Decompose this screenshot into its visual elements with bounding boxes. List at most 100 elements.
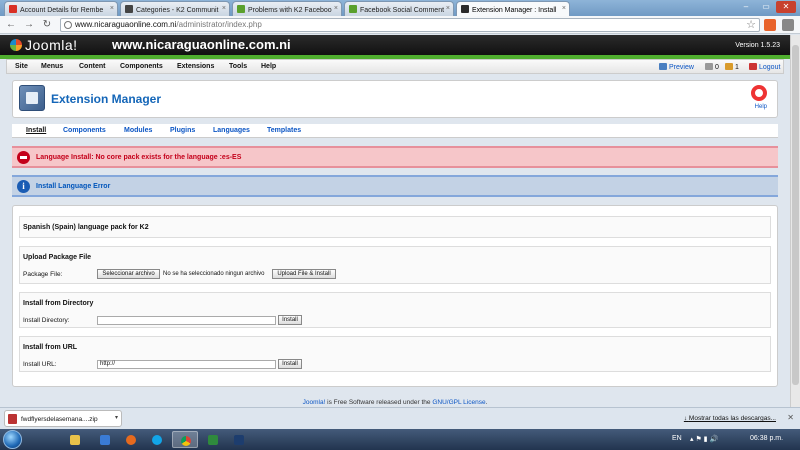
media-taskbar-icon[interactable] xyxy=(92,431,118,448)
info-message-text: Install Language Error xyxy=(36,183,111,190)
users-value: 1 xyxy=(735,64,739,71)
start-button[interactable] xyxy=(3,430,22,449)
close-icon[interactable]: × xyxy=(110,5,114,12)
windows-taskbar: EN ▴ ⚑ ▮ 🔊 06:38 p.m. xyxy=(0,429,800,450)
install-url-section: Install from URL Install URL: http:// In… xyxy=(19,336,771,372)
admin-menu: Site Menus Content Components Extensions… xyxy=(6,59,784,74)
menu-menus[interactable]: Menus xyxy=(41,63,63,70)
scrollbar-thumb[interactable] xyxy=(792,45,799,385)
site-icon xyxy=(237,5,245,13)
back-icon[interactable]: ← xyxy=(4,18,18,32)
joomla-logo: Joomla! xyxy=(10,37,78,53)
joomla-header: Joomla! www.nicaraguaonline.com.ni Versi… xyxy=(0,35,790,55)
close-icon[interactable]: × xyxy=(446,5,450,12)
tab-modules[interactable]: Modules xyxy=(124,127,152,134)
forward-icon[interactable]: → xyxy=(22,18,36,32)
tab-templates[interactable]: Templates xyxy=(267,127,301,134)
tab-plugins[interactable]: Plugins xyxy=(170,127,195,134)
joomla-logo-icon xyxy=(10,39,22,51)
close-icon[interactable]: × xyxy=(334,5,338,12)
close-window-icon[interactable]: ✕ xyxy=(776,1,796,13)
chrome-taskbar-icon[interactable] xyxy=(172,431,198,448)
admin-footer: Joomla! is Free Software released under … xyxy=(0,399,790,406)
help-button-label[interactable]: Help xyxy=(755,104,767,110)
logout-link[interactable]: Logout xyxy=(749,63,780,71)
preview-link[interactable]: Preview xyxy=(659,63,694,71)
menu-extensions[interactable]: Extensions xyxy=(177,63,214,70)
address-bar[interactable]: www.nicaraguaonline.com.ni/administrator… xyxy=(60,18,760,32)
zip-file-icon xyxy=(8,414,17,424)
tab-title: Extension Manager : Install xyxy=(472,7,557,14)
bookmark-star-icon[interactable]: ☆ xyxy=(746,18,756,32)
install-directory-input[interactable] xyxy=(97,316,276,325)
joomla-icon xyxy=(461,5,469,13)
tab-install[interactable]: Install xyxy=(26,127,46,134)
browser-tab[interactable]: Facebook Social Comment × xyxy=(344,1,454,16)
menu-tools[interactable]: Tools xyxy=(229,63,247,70)
browser-tab[interactable]: Categories - K2 Communit × xyxy=(120,1,230,16)
error-icon xyxy=(17,151,30,164)
url-legend: Install from URL xyxy=(23,344,78,351)
users-count[interactable]: 1 xyxy=(725,63,739,71)
logo-text: Joomla! xyxy=(25,37,78,53)
menu-help[interactable]: Help xyxy=(261,63,276,70)
reload-icon[interactable]: ↻ xyxy=(40,18,54,32)
site-name: www.nicaraguaonline.com.ni xyxy=(112,37,291,52)
excel-taskbar-icon[interactable] xyxy=(200,431,226,448)
show-all-downloads-link[interactable]: ↓ Mostrar todas las descargas... xyxy=(684,415,776,422)
messages-count[interactable]: 0 xyxy=(705,63,719,71)
install-url-input[interactable]: http:// xyxy=(97,360,276,369)
download-item[interactable]: fwdflyersdelasemana....zip ▾ xyxy=(4,410,122,427)
help-lifebuoy-icon[interactable] xyxy=(751,85,767,101)
error-message-text: Language Install: No core pack exists fo… xyxy=(36,154,242,161)
license-link[interactable]: GNU/GPL License xyxy=(432,399,485,406)
globe-icon xyxy=(64,21,72,29)
site-icon xyxy=(349,5,357,13)
upload-install-button[interactable]: Upload File & Install xyxy=(272,269,336,279)
menu-components[interactable]: Components xyxy=(120,63,163,70)
install-url-button[interactable]: Install xyxy=(278,359,302,369)
photoshop-taskbar-icon[interactable] xyxy=(226,431,252,448)
menu-site[interactable]: Site xyxy=(15,63,28,70)
tab-languages[interactable]: Languages xyxy=(213,127,250,134)
logout-label: Logout xyxy=(759,64,781,71)
browser-tab[interactable]: Problems with K2 Faceboo × xyxy=(232,1,342,16)
install-directory-button[interactable]: Install xyxy=(278,315,302,325)
tab-title: Categories - K2 Communit xyxy=(136,7,219,14)
maximize-icon[interactable]: ▭ xyxy=(756,1,776,13)
url-path: /administrator/index.php xyxy=(176,20,262,29)
tab-components[interactable]: Components xyxy=(63,127,106,134)
language-pack-box: Spanish (Spain) language pack for K2 xyxy=(19,216,771,238)
extension-icon[interactable] xyxy=(764,19,776,31)
version-label: Version 1.5.23 xyxy=(735,42,780,49)
submenu: Install Components Modules Plugins Langu… xyxy=(12,124,778,138)
directory-legend: Install from Directory xyxy=(23,300,94,307)
k2-icon xyxy=(125,5,133,13)
browser-tab-active[interactable]: Extension Manager : Install × xyxy=(456,1,570,16)
page-scrollbar[interactable] xyxy=(790,35,800,407)
messages-value: 0 xyxy=(715,64,719,71)
page-title: Extension Manager xyxy=(51,92,162,106)
firefox-taskbar-icon[interactable] xyxy=(118,431,144,448)
explorer-taskbar-icon[interactable] xyxy=(62,431,88,448)
install-panel: Spanish (Spain) language pack for K2 Upl… xyxy=(12,205,778,387)
clock[interactable]: 06:38 p.m. xyxy=(750,435,783,442)
browser-tab[interactable]: Account Details for Rembe × xyxy=(4,1,118,16)
error-message: Language Install: No core pack exists fo… xyxy=(12,146,778,168)
language-pack-title: Spanish (Spain) language pack for K2 xyxy=(23,224,149,231)
language-indicator[interactable]: EN xyxy=(672,435,682,442)
tab-title: Problems with K2 Faceboo xyxy=(248,7,332,14)
close-icon[interactable]: ✕ xyxy=(787,413,794,422)
chevron-down-icon[interactable]: ▾ xyxy=(115,414,118,421)
choose-file-button[interactable]: Seleccionar archivo xyxy=(97,269,160,279)
menu-content[interactable]: Content xyxy=(79,63,105,70)
minimize-icon[interactable]: – xyxy=(736,1,756,13)
close-icon[interactable]: × xyxy=(222,5,226,12)
tray-icons[interactable]: ▴ ⚑ ▮ 🔊 xyxy=(690,435,718,443)
skype-taskbar-icon[interactable] xyxy=(144,431,170,448)
preview-label: Preview xyxy=(669,64,694,71)
upload-package-section: Upload Package File Package File: Selecc… xyxy=(19,246,771,284)
close-icon[interactable]: × xyxy=(562,5,566,12)
wrench-icon[interactable] xyxy=(782,19,794,31)
joomla-link[interactable]: Joomla! xyxy=(303,399,326,406)
